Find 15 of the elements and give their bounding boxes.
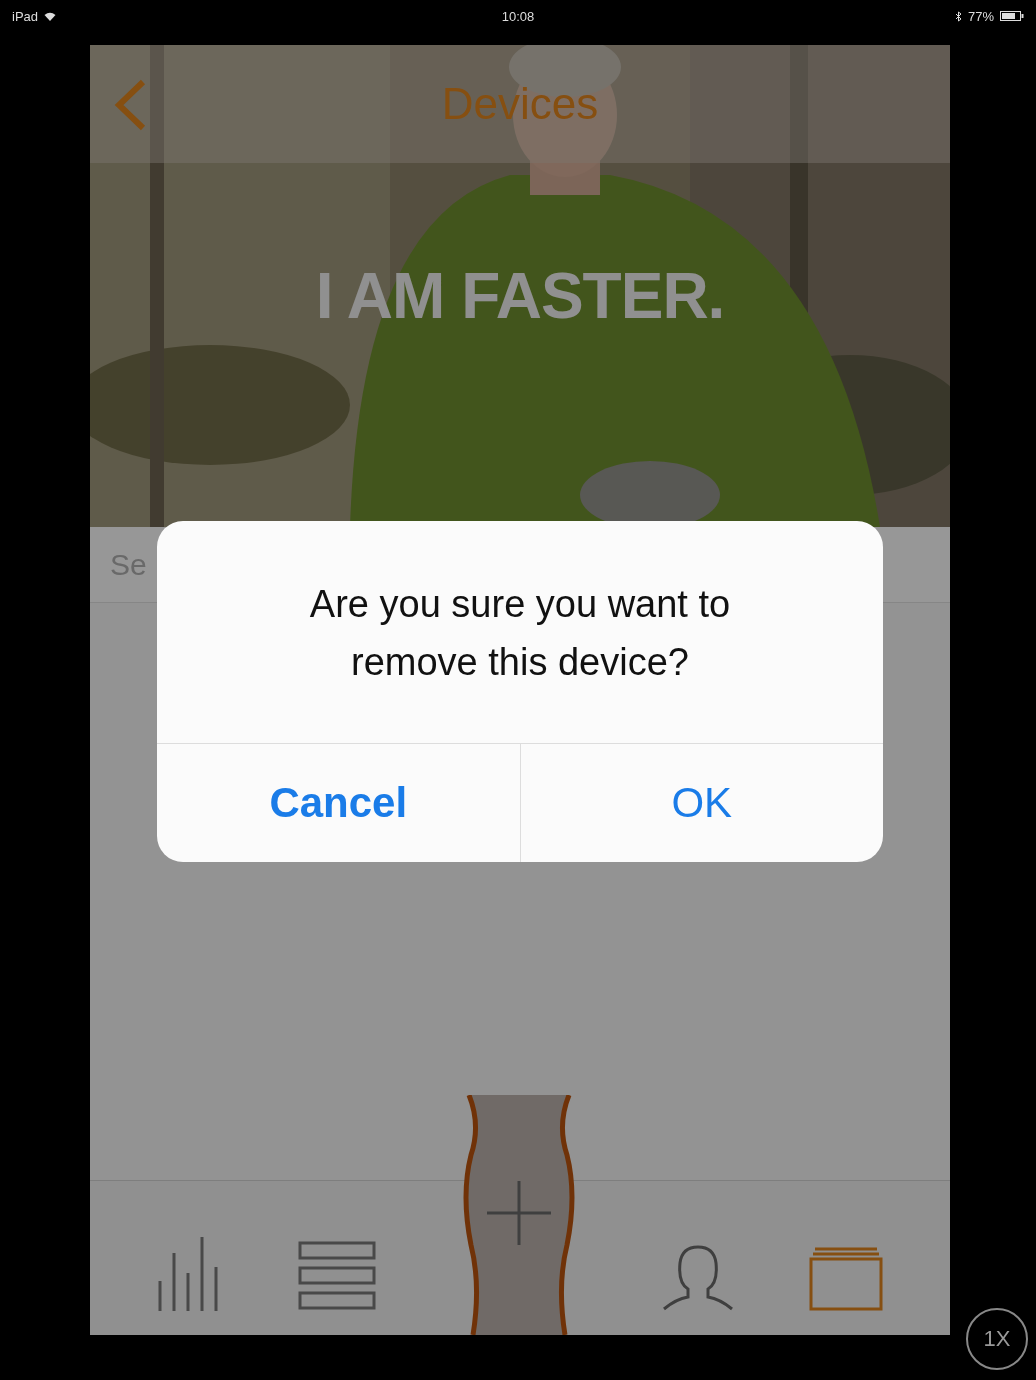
alert-message: Are you sure you want to remove this device? bbox=[308, 582, 732, 685]
folder-icon[interactable] bbox=[808, 1247, 883, 1311]
list-icon[interactable] bbox=[298, 1241, 377, 1311]
cancel-button[interactable]: Cancel bbox=[157, 744, 520, 862]
banner-headline: I AM FASTER. bbox=[314, 259, 726, 333]
wifi-icon bbox=[44, 11, 57, 21]
battery-level: 77% bbox=[967, 8, 994, 24]
bluetooth-icon bbox=[954, 10, 962, 22]
ok-button[interactable]: OK bbox=[519, 744, 883, 862]
nav-title: Devices bbox=[441, 79, 599, 129]
status-time: 10:08 bbox=[501, 8, 535, 24]
person-icon[interactable] bbox=[661, 1245, 734, 1311]
zoom-button[interactable]: 1X bbox=[966, 1308, 1028, 1370]
device-name: iPad bbox=[12, 8, 39, 24]
battery-icon bbox=[1000, 11, 1024, 21]
